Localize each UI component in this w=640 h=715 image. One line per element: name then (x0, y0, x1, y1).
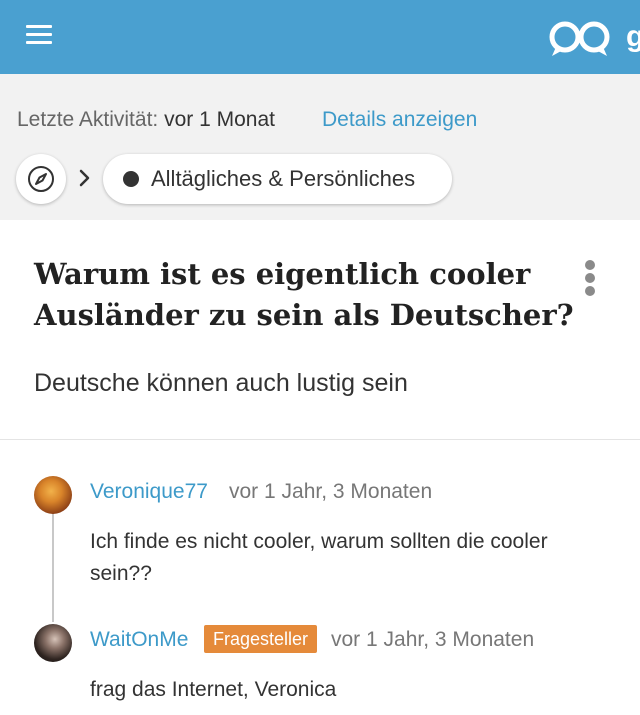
category-chip[interactable]: Alltägliches & Persönliches (103, 154, 452, 204)
hamburger-line (26, 33, 52, 36)
comment-time: vor 1 Jahr, 3 Monaten (229, 480, 433, 503)
chevron-right-icon (79, 169, 90, 187)
comment-time: vor 1 Jahr, 3 Monaten (331, 628, 535, 651)
logo-speech-bubbles-icon (549, 21, 610, 56)
avatar[interactable] (34, 476, 72, 514)
hamburger-line (26, 41, 52, 44)
hamburger-line (26, 25, 52, 28)
hamburger-icon[interactable] (26, 24, 52, 46)
logo-text: g (626, 20, 640, 53)
question-card: Warum ist es eigentlich cooler Ausländer… (0, 220, 640, 440)
details-link[interactable]: Details anzeigen (322, 108, 477, 132)
meta-section: Letzte Aktivität: vor 1 Monat Details an… (0, 74, 640, 220)
explore-button[interactable] (16, 154, 66, 204)
site-logo[interactable]: g (546, 16, 640, 60)
more-dot (585, 286, 595, 296)
asker-badge: Fragesteller (204, 625, 318, 653)
more-dot (585, 273, 595, 283)
last-activity-label: Letzte Aktivität: (17, 108, 159, 131)
question-body: Deutsche können auch lustig sein (34, 369, 408, 397)
question-title: Warum ist es eigentlich cooler Ausländer… (34, 257, 574, 332)
thread-line (52, 512, 54, 622)
top-bar: g (0, 0, 640, 74)
comment-text: frag das Internet, Veronica (90, 678, 337, 701)
dot-icon (123, 171, 139, 187)
comment-author[interactable]: Veronique77 (90, 480, 208, 504)
last-activity: Letzte Aktivität: vor 1 Monat (17, 108, 275, 132)
more-dot (585, 260, 595, 270)
comment-text: Ich finde es nicht cooler, warum sollten… (90, 530, 548, 585)
comment-author[interactable]: WaitOnMe (90, 628, 188, 652)
avatar[interactable] (34, 624, 72, 662)
more-vertical-icon[interactable] (580, 258, 600, 298)
category-label: Alltägliches & Persönliches (151, 166, 416, 191)
last-activity-value: vor 1 Monat (164, 108, 275, 131)
compass-icon (28, 166, 54, 192)
